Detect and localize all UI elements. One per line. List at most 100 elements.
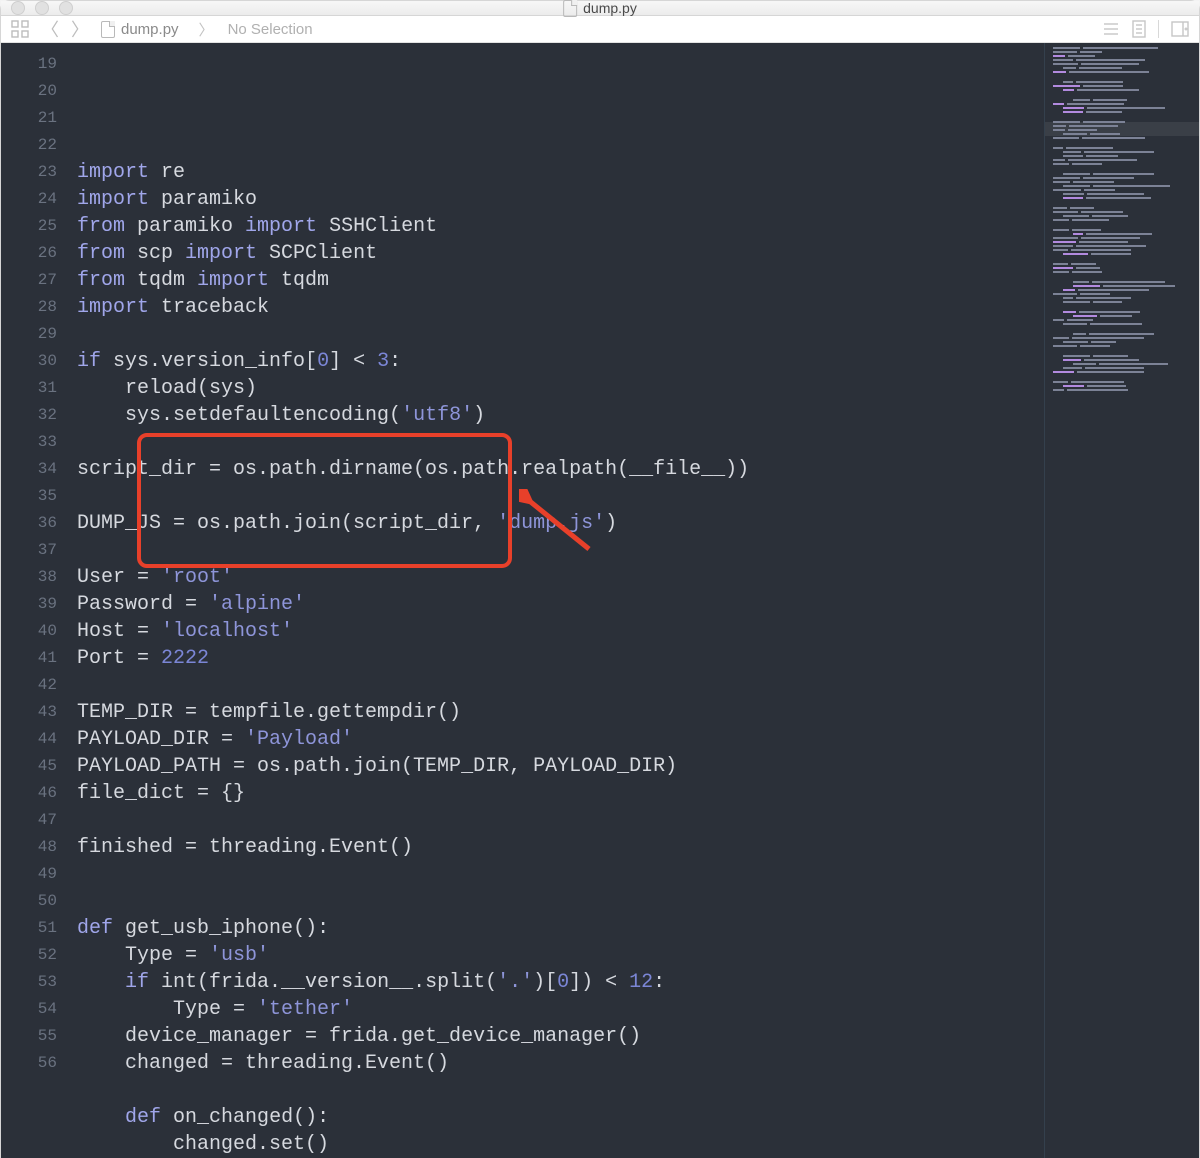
editor-window: dump.py 〈 〉 dump.py 〉 No Selection	[0, 0, 1200, 1158]
code-line[interactable]: finished = threading.Event()	[77, 834, 1044, 861]
code-line[interactable]: file_dict = {}	[77, 780, 1044, 807]
line-number: 32	[1, 402, 57, 429]
code-line[interactable]: from scp import SCPClient	[77, 240, 1044, 267]
line-number: 41	[1, 645, 57, 672]
line-number: 19	[1, 51, 57, 78]
window-title: dump.py	[563, 0, 637, 17]
code-line[interactable]: if sys.version_info[0] < 3:	[77, 348, 1044, 375]
line-number: 38	[1, 564, 57, 591]
line-number: 55	[1, 1023, 57, 1050]
code-line[interactable]: Host = 'localhost'	[77, 618, 1044, 645]
line-number: 21	[1, 105, 57, 132]
adjust-icon[interactable]	[1132, 20, 1146, 38]
line-number: 49	[1, 861, 57, 888]
code-line[interactable]	[77, 483, 1044, 510]
related-items-icon[interactable]	[11, 20, 29, 38]
line-number: 30	[1, 348, 57, 375]
line-number: 31	[1, 375, 57, 402]
line-number: 54	[1, 996, 57, 1023]
line-gutter: 1920212223242526272829303132333435363738…	[1, 43, 69, 1158]
line-number: 52	[1, 942, 57, 969]
editor[interactable]: 1920212223242526272829303132333435363738…	[1, 43, 1199, 1158]
line-number: 45	[1, 753, 57, 780]
line-number: 39	[1, 591, 57, 618]
line-number: 28	[1, 294, 57, 321]
traffic-lights	[11, 1, 73, 15]
line-number: 23	[1, 159, 57, 186]
file-icon	[563, 0, 577, 17]
code-line[interactable]: def get_usb_iphone():	[77, 915, 1044, 942]
line-number: 47	[1, 807, 57, 834]
code-line[interactable]: script_dir = os.path.dirname(os.path.rea…	[77, 456, 1044, 483]
code-line[interactable]: Password = 'alpine'	[77, 591, 1044, 618]
code-line[interactable]: Type = 'usb'	[77, 942, 1044, 969]
line-number: 50	[1, 888, 57, 915]
code-line[interactable]	[77, 537, 1044, 564]
code-line[interactable]: DUMP_JS = os.path.join(script_dir, 'dump…	[77, 510, 1044, 537]
forward-button[interactable]: 〉	[71, 16, 89, 42]
window-title-text: dump.py	[583, 0, 637, 16]
line-number: 43	[1, 699, 57, 726]
code-line[interactable]: changed.set()	[77, 1131, 1044, 1158]
code-line[interactable]: device_manager = frida.get_device_manage…	[77, 1023, 1044, 1050]
breadcrumb-file-label: dump.py	[121, 21, 179, 38]
line-number: 46	[1, 780, 57, 807]
code-line[interactable]: sys.setdefaultencoding('utf8')	[77, 402, 1044, 429]
code-area[interactable]: import reimport paramikofrom paramiko im…	[69, 43, 1044, 1158]
line-number: 42	[1, 672, 57, 699]
line-number: 29	[1, 321, 57, 348]
code-line[interactable]: Port = 2222	[77, 645, 1044, 672]
line-number: 48	[1, 834, 57, 861]
code-line[interactable]: if int(frida.__version__.split('.')[0]) …	[77, 969, 1044, 996]
code-line[interactable]: def on_changed():	[77, 1104, 1044, 1131]
code-line[interactable]: changed = threading.Event()	[77, 1050, 1044, 1077]
line-view-icon[interactable]	[1102, 20, 1120, 38]
breadcrumb-selection[interactable]: No Selection	[228, 21, 313, 38]
back-button[interactable]: 〈	[41, 16, 59, 42]
code-line[interactable]	[77, 1077, 1044, 1104]
code-line[interactable]	[77, 888, 1044, 915]
code-line[interactable]: TEMP_DIR = tempfile.gettempdir()	[77, 699, 1044, 726]
code-line[interactable]: from tqdm import tqdm	[77, 267, 1044, 294]
line-number: 26	[1, 240, 57, 267]
line-number: 20	[1, 78, 57, 105]
add-editor-icon[interactable]	[1171, 20, 1189, 38]
line-number: 25	[1, 213, 57, 240]
line-number: 37	[1, 537, 57, 564]
jump-bar: 〈 〉 dump.py 〉 No Selection	[1, 16, 1199, 43]
line-number: 53	[1, 969, 57, 996]
code-line[interactable]: reload(sys)	[77, 375, 1044, 402]
close-icon[interactable]	[11, 1, 25, 15]
line-number: 24	[1, 186, 57, 213]
line-number: 27	[1, 267, 57, 294]
code-line[interactable]	[77, 672, 1044, 699]
code-line[interactable]: from paramiko import SSHClient	[77, 213, 1044, 240]
line-number: 44	[1, 726, 57, 753]
minimize-icon[interactable]	[35, 1, 49, 15]
code-line[interactable]	[77, 861, 1044, 888]
line-number: 51	[1, 915, 57, 942]
line-number: 35	[1, 483, 57, 510]
code-line[interactable]	[77, 321, 1044, 348]
code-line[interactable]: import traceback	[77, 294, 1044, 321]
code-line[interactable]	[77, 429, 1044, 456]
line-number: 33	[1, 429, 57, 456]
line-number: 40	[1, 618, 57, 645]
line-number: 56	[1, 1050, 57, 1077]
code-line[interactable]: User = 'root'	[77, 564, 1044, 591]
code-line[interactable]	[77, 807, 1044, 834]
breadcrumb-file[interactable]: dump.py	[101, 21, 179, 38]
chevron-right-icon: 〉	[199, 19, 214, 40]
line-number: 36	[1, 510, 57, 537]
file-icon	[101, 21, 115, 38]
code-line[interactable]: PAYLOAD_PATH = os.path.join(TEMP_DIR, PA…	[77, 753, 1044, 780]
code-line[interactable]: import re	[77, 159, 1044, 186]
titlebar[interactable]: dump.py	[1, 1, 1199, 16]
line-number: 22	[1, 132, 57, 159]
code-line[interactable]: Type = 'tether'	[77, 996, 1044, 1023]
minimap[interactable]	[1044, 43, 1199, 1158]
zoom-icon[interactable]	[59, 1, 73, 15]
code-line[interactable]: import paramiko	[77, 186, 1044, 213]
line-number: 34	[1, 456, 57, 483]
code-line[interactable]: PAYLOAD_DIR = 'Payload'	[77, 726, 1044, 753]
